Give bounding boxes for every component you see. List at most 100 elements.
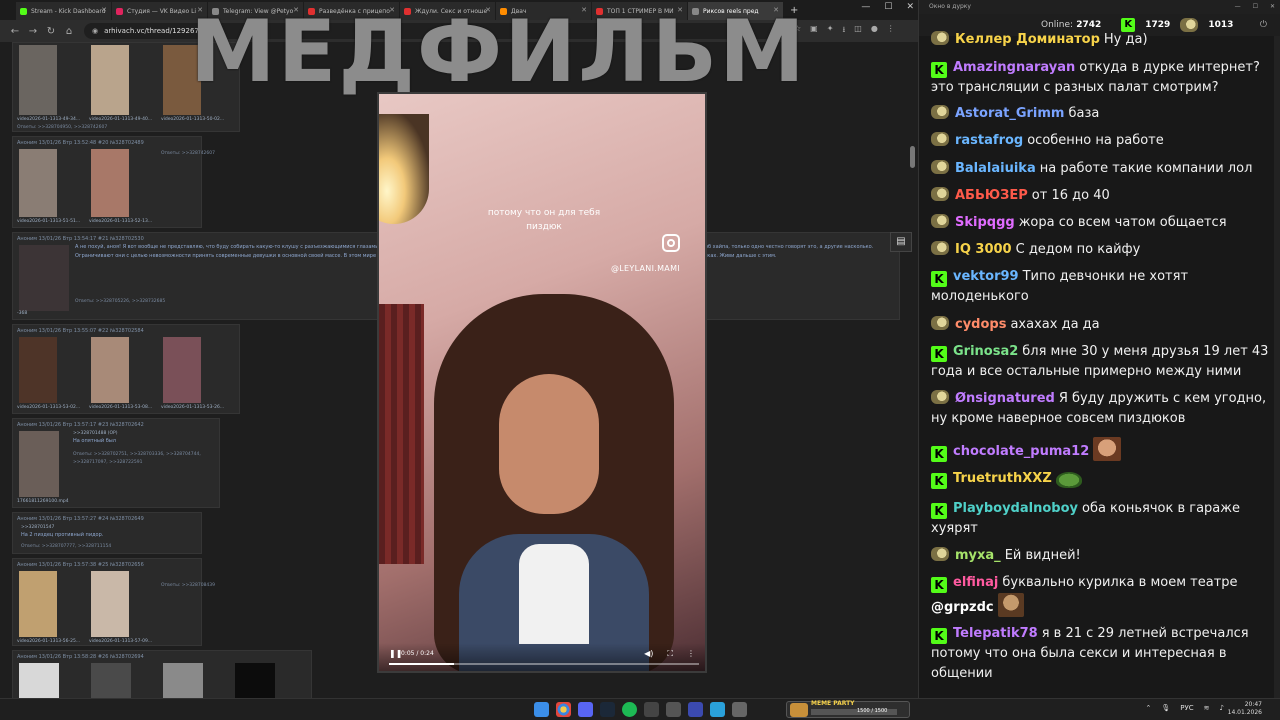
obs-icon[interactable] bbox=[644, 702, 659, 717]
video-thumbnail[interactable] bbox=[19, 431, 59, 497]
download-icon[interactable]: ⭳ bbox=[842, 24, 845, 38]
chat-username[interactable]: Telepatik78 bbox=[953, 626, 1038, 641]
file-name[interactable]: video2026-01-1313-57-09... bbox=[89, 639, 152, 644]
menu-dots-icon[interactable]: ⋮ bbox=[887, 24, 895, 38]
post-quote-link[interactable]: >>328701488 (OP) bbox=[73, 431, 118, 436]
video-player[interactable]: потому что он для тебя пиздюк @LEYLANI.M… bbox=[377, 92, 707, 673]
meme-party-widget[interactable]: MEME PARTY 1500 / 1500 bbox=[786, 700, 910, 718]
file-name[interactable]: video2026-01-1313-53-26... bbox=[161, 405, 224, 410]
wifi-icon[interactable]: ≋ bbox=[1204, 704, 1210, 712]
steam-icon[interactable] bbox=[600, 702, 615, 717]
split-view-icon[interactable]: ◫ bbox=[854, 24, 862, 38]
volume-icon[interactable]: ◀) bbox=[644, 649, 653, 659]
close-window-button[interactable]: ✕ bbox=[906, 2, 914, 12]
spotify-icon[interactable] bbox=[622, 702, 637, 717]
video-thumbnail[interactable] bbox=[91, 571, 129, 637]
discord-icon[interactable] bbox=[578, 702, 593, 717]
chat-scrollbar[interactable] bbox=[1274, 36, 1280, 698]
app-icon[interactable] bbox=[666, 702, 681, 717]
chat-username[interactable]: IQ 3000 bbox=[955, 242, 1012, 257]
page-scrollbar[interactable] bbox=[908, 90, 916, 698]
close-window-button[interactable]: ✕ bbox=[1270, 0, 1275, 14]
chat-username[interactable]: Balalaiuika bbox=[955, 161, 1036, 176]
chat-username[interactable]: Playboydalnoboy bbox=[953, 501, 1078, 516]
post-answers[interactable]: Ответы: >>328705226, >>328732685 bbox=[75, 299, 165, 304]
video-thumbnail[interactable] bbox=[91, 45, 129, 115]
more-options-icon[interactable]: ⋮ bbox=[687, 649, 695, 659]
tab-kick-dashboard[interactable]: Stream - Kick Dashboard ✕ bbox=[16, 2, 112, 20]
back-button[interactable]: ← bbox=[6, 26, 24, 37]
chat-username[interactable]: Amazingnarayan bbox=[953, 60, 1075, 75]
video-thumbnail[interactable] bbox=[19, 337, 57, 403]
file-name[interactable]: video2026-01-1313-52-13... bbox=[89, 219, 152, 224]
chat-username[interactable]: vektor99 bbox=[953, 269, 1019, 284]
video-thumbnail[interactable] bbox=[163, 337, 201, 403]
extensions-puzzle-icon[interactable]: ✦ bbox=[827, 24, 834, 38]
file-name[interactable]: video2026-01-1313-56-25... bbox=[17, 639, 80, 644]
file-name[interactable]: -368 bbox=[17, 311, 27, 316]
post-answers[interactable]: Ответы: >>328704950, >>328742607 bbox=[17, 125, 107, 130]
video-time: 0:05 / 0:24 bbox=[401, 650, 434, 657]
post-answers[interactable]: Ответы: >>328742607 bbox=[161, 151, 215, 156]
post-answers[interactable]: Ответы: >>328707777, >>328711154 bbox=[21, 544, 111, 549]
file-name[interactable]: video2026-01-1313-53-02... bbox=[17, 405, 80, 410]
chat-username[interactable]: Astorat_Grimm bbox=[955, 106, 1064, 121]
language-indicator[interactable]: РУС bbox=[1180, 704, 1193, 712]
video-thumbnail[interactable] bbox=[19, 663, 59, 698]
reload-button[interactable]: ↻ bbox=[42, 26, 60, 37]
chat-message-text: на работе такие компании лол bbox=[1039, 161, 1253, 176]
chat-username[interactable]: АБЬЮЗЕР bbox=[955, 188, 1028, 203]
chat-username[interactable]: TruetruthXXZ bbox=[953, 471, 1052, 486]
image-thumbnail[interactable] bbox=[19, 245, 69, 311]
chrome-icon[interactable] bbox=[556, 702, 571, 717]
extension-icon[interactable]: ▣ bbox=[810, 24, 818, 38]
close-tab-icon[interactable]: ✕ bbox=[101, 6, 107, 14]
chat-username[interactable]: Ønsignatured bbox=[955, 391, 1055, 406]
settings-icon[interactable]: ⏻ bbox=[1260, 20, 1267, 30]
post-quote-link[interactable]: >>328701547 bbox=[21, 525, 54, 530]
file-name[interactable]: video2026-01-1313-49-34... bbox=[17, 117, 80, 122]
video-thumbnail[interactable] bbox=[19, 571, 57, 637]
profile-icon[interactable]: ● bbox=[871, 24, 878, 38]
chat-username[interactable]: Grinosa2 bbox=[953, 344, 1018, 359]
video-progress-bar[interactable] bbox=[389, 663, 699, 665]
chat-username[interactable]: Skipqgg bbox=[955, 215, 1015, 230]
chat-username[interactable]: myxa_ bbox=[955, 548, 1001, 563]
site-info-icon[interactable]: ◉ bbox=[92, 27, 98, 35]
video-thumbnail[interactable] bbox=[163, 663, 203, 698]
video-thumbnail[interactable] bbox=[19, 45, 57, 115]
fullscreen-icon[interactable]: ⛶ bbox=[667, 649, 673, 659]
chat-username[interactable]: elfinaj bbox=[953, 575, 998, 590]
microphone-icon[interactable]: 🎙 bbox=[1161, 704, 1170, 712]
file-name[interactable]: video2026-01-1313-51-51... bbox=[17, 219, 80, 224]
file-name[interactable]: video2026-01-1313-53-08... bbox=[89, 405, 152, 410]
video-thumbnail[interactable] bbox=[235, 663, 275, 698]
video-thumbnail[interactable] bbox=[91, 337, 129, 403]
video-thumbnail[interactable] bbox=[19, 149, 57, 217]
speaker-icon[interactable]: ♪ bbox=[1220, 704, 1224, 712]
chat-username[interactable]: Келлер Доминатор bbox=[955, 32, 1100, 47]
video-thumbnail[interactable] bbox=[91, 149, 129, 217]
file-name[interactable]: video2026-01-1313-50-02... bbox=[161, 117, 224, 122]
video-thumbnail[interactable] bbox=[91, 663, 131, 698]
forward-button[interactable]: → bbox=[24, 26, 42, 37]
minimize-button[interactable]: — bbox=[1235, 0, 1241, 14]
file-name[interactable]: 17661811269100.mp4 bbox=[17, 499, 69, 504]
system-clock[interactable]: 20:47 14.01.2026 bbox=[1228, 701, 1262, 717]
home-icon[interactable]: ⌂ bbox=[60, 26, 78, 37]
post-answers[interactable]: Ответы: >>328708439 bbox=[161, 583, 215, 588]
chat-username[interactable]: rastafrog bbox=[955, 133, 1023, 148]
app-icon[interactable] bbox=[732, 702, 747, 717]
windows-start-icon[interactable] bbox=[534, 702, 549, 717]
file-name[interactable]: video2026-01-1313-49-40... bbox=[89, 117, 152, 122]
chat-username[interactable]: cydops bbox=[955, 317, 1006, 332]
post-answers[interactable]: Ответы: >>328702751, >>328703336, >>3287… bbox=[73, 451, 217, 467]
telegram-icon[interactable] bbox=[710, 702, 725, 717]
minimize-button[interactable]: — bbox=[861, 2, 870, 12]
maximize-button[interactable]: ☐ bbox=[884, 2, 892, 12]
app-icon[interactable] bbox=[688, 702, 703, 717]
chat-mention[interactable]: @grpzdc bbox=[931, 600, 994, 615]
chat-username[interactable]: chocolate_puma12 bbox=[953, 444, 1089, 459]
maximize-button[interactable]: ☐ bbox=[1253, 0, 1258, 14]
chevron-up-icon[interactable]: ⌃ bbox=[1146, 704, 1152, 712]
